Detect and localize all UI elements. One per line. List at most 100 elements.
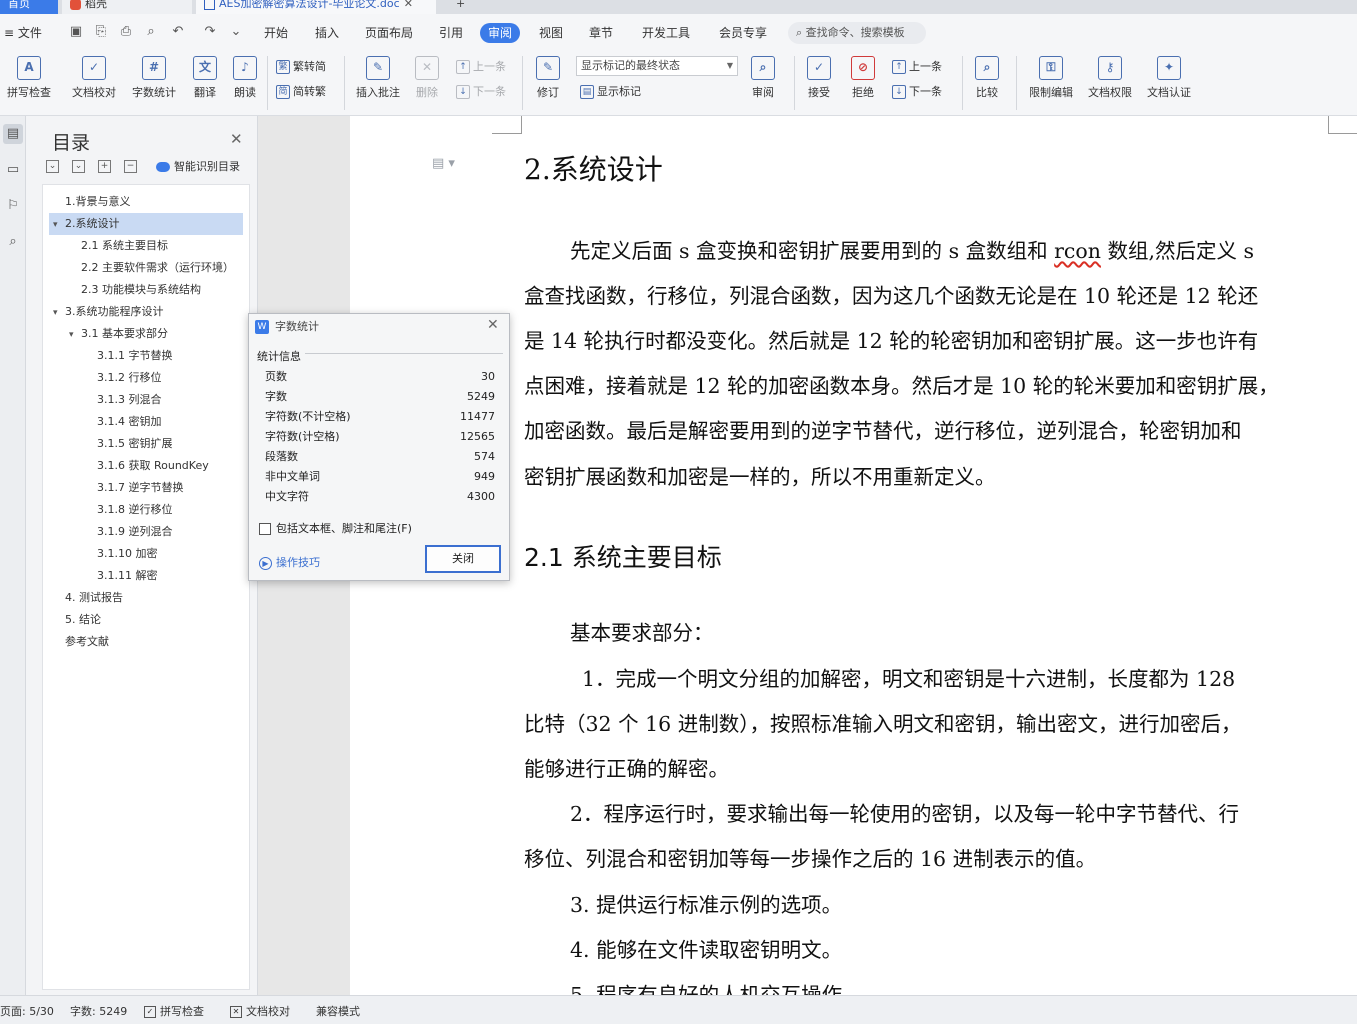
toc-item[interactable]: 3.1.4 密钥加 — [43, 411, 249, 433]
toc-item[interactable]: 3.1.8 逆行移位 — [43, 499, 249, 521]
chevron-down-icon[interactable]: ▾ — [53, 214, 65, 235]
close-button[interactable]: 关闭 — [425, 545, 501, 573]
page-indicator[interactable]: 页面: 5/30 — [0, 1003, 54, 1019]
toc-item-label: 参考文献 — [65, 635, 109, 648]
print-preview-icon[interactable]: ⌕ — [143, 24, 159, 40]
status-spellcheck[interactable]: ✓ 拼写检查 — [144, 1003, 204, 1019]
toc-item[interactable]: 3.1.11 解密 — [43, 565, 249, 587]
doc-certify-button[interactable]: ✦ 文档认证 — [1142, 50, 1196, 100]
quick-access-dropdown-icon[interactable]: ⌄ — [228, 24, 244, 40]
to-traditional-button[interactable]: 简简转繁 — [276, 83, 326, 101]
print-icon[interactable]: ⎙ — [118, 24, 134, 40]
toc-item[interactable]: 2.2 主要软件需求（运行环境） — [43, 257, 249, 279]
find-icon[interactable]: ⌕ — [3, 232, 23, 252]
toc-item[interactable]: 3.1.1 字节替换 — [43, 345, 249, 367]
compare-button[interactable]: ⌕ 比较 — [968, 50, 1006, 100]
close-icon[interactable]: ✕ — [487, 317, 499, 333]
add-heading-icon[interactable]: + — [98, 160, 111, 173]
toc-item[interactable]: 参考文献 — [43, 631, 249, 653]
word-count-indicator[interactable]: 字数: 5249 — [70, 1003, 127, 1019]
menu-developer[interactable]: 开发工具 — [642, 23, 690, 43]
spelling-error-word[interactable]: rcon — [1054, 239, 1101, 263]
next-change-button[interactable]: ↓ 下一条 — [892, 83, 942, 101]
translate-button[interactable]: 文翻译 — [186, 50, 224, 100]
close-tab-icon[interactable]: ✕ — [404, 0, 413, 10]
close-icon[interactable]: ✕ — [230, 130, 243, 148]
toc-item[interactable]: 2.1 系统主要目标 — [43, 235, 249, 257]
doc-permission-button[interactable]: ⚷ 文档权限 — [1083, 50, 1137, 100]
menu-insert[interactable]: 插入 — [315, 23, 339, 43]
reject-button[interactable]: ⊘ 拒绝 — [844, 50, 882, 100]
stat-row: 中文字符 4300 — [265, 487, 495, 507]
prev-comment-label: 上一条 — [473, 60, 506, 73]
chevron-down-icon[interactable]: ▾ — [69, 324, 81, 345]
toc-item[interactable]: 4. 测试报告 — [43, 587, 249, 609]
prev-change-button[interactable]: ↑ 上一条 — [892, 58, 942, 76]
doc-proof-icon: ✕ — [230, 1006, 242, 1018]
toc-item[interactable]: 3.1.6 获取 RoundKey — [43, 455, 249, 477]
paragraph-menu-icon[interactable]: ▤ ▾ — [432, 156, 455, 171]
menu-references[interactable]: 引用 — [439, 23, 463, 43]
menu-view[interactable]: 视图 — [539, 23, 563, 43]
toc-panel-icon[interactable]: ▤ — [3, 124, 23, 144]
remove-heading-icon[interactable]: − — [124, 160, 137, 173]
new-tab-button[interactable]: + — [448, 0, 478, 14]
menu-page-layout[interactable]: 页面布局 — [365, 23, 413, 43]
read-aloud-button[interactable]: ♪ 朗读 — [228, 50, 262, 100]
toc-item[interactable]: 1.背景与意义 — [43, 191, 249, 213]
review-pane-button[interactable]: ⌕ 审阅 — [744, 50, 782, 100]
track-changes-button[interactable]: ✎ 修订 — [528, 50, 568, 100]
accept-button[interactable]: ✓ 接受 — [800, 50, 838, 100]
toc-item[interactable]: 5. 结论 — [43, 609, 249, 631]
paragraph-line: 2．程序运行时，要求输出每一轮使用的密钥，以及每一轮中字节替代、行 — [570, 802, 1240, 826]
accept-icon: ✓ — [807, 56, 831, 80]
chevron-down-icon[interactable]: ▾ — [53, 302, 65, 323]
toc-item[interactable]: 3.1.2 行移位 — [43, 367, 249, 389]
delete-comment-button[interactable]: ✕ 删除 — [410, 50, 444, 100]
word-count-button[interactable]: # 字数统计 — [126, 50, 182, 100]
chapter-nav-icon[interactable]: ▭ — [3, 160, 23, 180]
restrict-edit-button[interactable]: ⚿ 限制编辑 — [1024, 50, 1078, 100]
include-textbox-checkbox[interactable]: 包括文本框、脚注和尾注(F) — [259, 520, 412, 536]
toc-item[interactable]: 3.1.9 逆列混合 — [43, 521, 249, 543]
ribbon-separator — [962, 56, 963, 110]
status-doc-proof[interactable]: ✕ 文档校对 — [230, 1003, 290, 1019]
save-icon[interactable]: ▣ — [68, 24, 84, 40]
spellcheck-button[interactable]: A 拼写检查 — [0, 50, 58, 100]
toc-item[interactable]: 3.1.7 逆字节替换 — [43, 477, 249, 499]
tab-draft[interactable]: 稻壳 — [62, 0, 192, 14]
doc-proof-button[interactable]: ✓ 文档校对 — [66, 50, 122, 100]
next-comment-button[interactable]: ↓ 下一条 — [456, 83, 506, 101]
toc-item[interactable]: 3.1.5 密钥扩展 — [43, 433, 249, 455]
smart-toc-button[interactable]: 智能识别目录 — [156, 158, 240, 174]
insert-comment-button[interactable]: ✎ 插入批注 — [350, 50, 406, 100]
tips-link[interactable]: ▶ 操作技巧 — [259, 554, 320, 570]
toc-item[interactable]: 3.1.10 加密 — [43, 543, 249, 565]
tab-home[interactable]: 首页 — [0, 0, 58, 14]
menu-review[interactable]: 审阅 — [480, 23, 521, 43]
menu-member[interactable]: 会员专享 — [719, 23, 767, 43]
undo-icon[interactable]: ↶ — [170, 24, 186, 40]
tab-document[interactable]: AES加密解密算法设计-毕业论文.doc ✕ — [196, 0, 436, 14]
toc-item[interactable]: ▾ 3.1 基本要求部分 — [43, 323, 249, 345]
stat-label: 字符数(计空格) — [265, 430, 340, 443]
help-icon: ▶ — [259, 556, 272, 570]
file-menu[interactable]: ≡ 文件 — [4, 23, 42, 43]
collapse-all-icon[interactable]: ⌄ — [46, 160, 59, 173]
paragraph-line: 5. 程序有良好的人机交互操作。 — [570, 983, 863, 995]
toc-item[interactable]: ▾ 2.系统设计 — [49, 213, 243, 235]
toc-item[interactable]: 2.3 功能模块与系统结构 — [43, 279, 249, 301]
to-simplified-button[interactable]: 繁繁转简 — [276, 58, 326, 76]
menu-chapter[interactable]: 章节 — [589, 23, 613, 43]
menu-start[interactable]: 开始 — [264, 23, 288, 43]
export-pdf-icon[interactable]: ⎘ — [93, 24, 109, 40]
toc-item[interactable]: 3.1.3 列混合 — [43, 389, 249, 411]
redo-icon[interactable]: ↷ — [202, 24, 218, 40]
show-markup-button[interactable]: ▤ 显示标记 — [580, 83, 641, 101]
expand-all-icon[interactable]: ⌄ — [72, 160, 85, 173]
markup-state-select[interactable]: 显示标记的最终状态 ▼ — [576, 56, 738, 76]
toc-item[interactable]: ▾ 3.系统功能程序设计 — [43, 301, 249, 323]
command-search[interactable]: ⌕ 查找命令、搜索模板 — [788, 22, 926, 44]
bookmark-icon[interactable]: ⚐ — [3, 196, 23, 216]
prev-comment-button[interactable]: ↑ 上一条 — [456, 58, 506, 76]
